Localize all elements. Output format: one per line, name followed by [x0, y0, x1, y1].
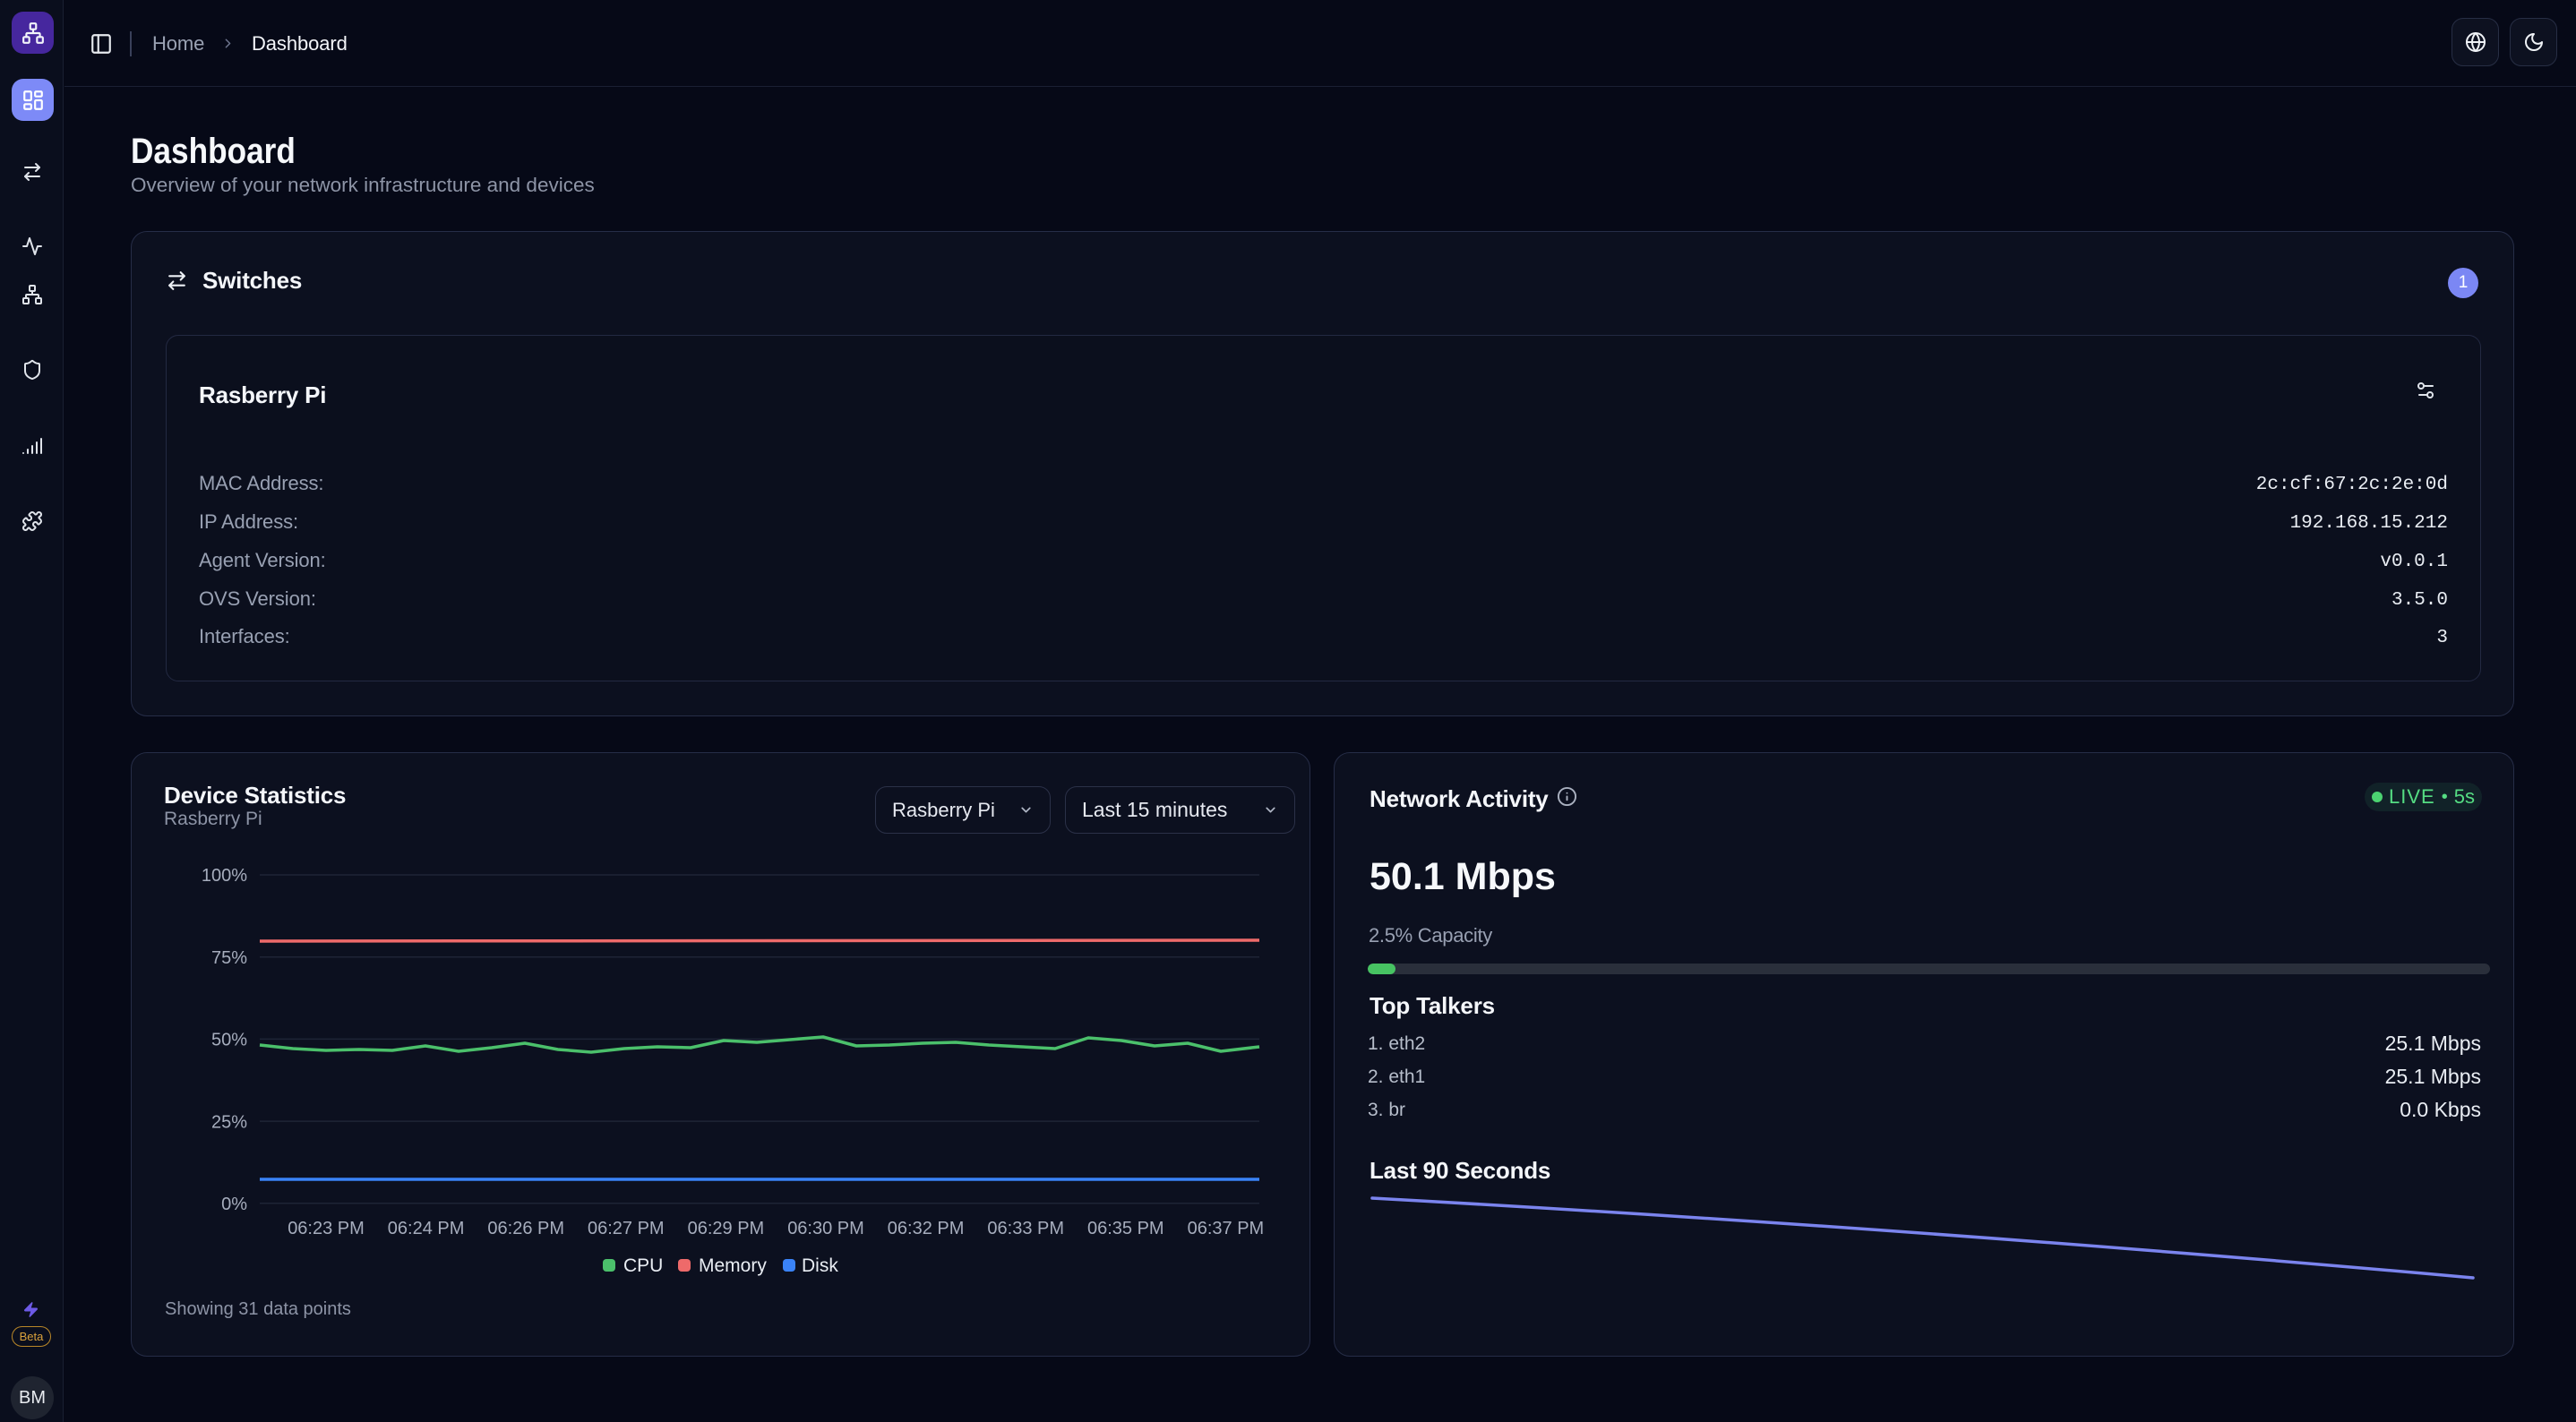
- svg-text:50%: 50%: [211, 1031, 247, 1050]
- svg-text:100%: 100%: [202, 866, 247, 886]
- svg-text:0%: 0%: [221, 1195, 247, 1214]
- svg-text:06:24 PM: 06:24 PM: [388, 1219, 465, 1238]
- svg-text:CPU: CPU: [623, 1255, 663, 1276]
- svg-text:Memory: Memory: [699, 1255, 767, 1276]
- svg-text:06:35 PM: 06:35 PM: [1087, 1219, 1164, 1238]
- svg-text:Disk: Disk: [802, 1255, 838, 1276]
- svg-text:06:37 PM: 06:37 PM: [1188, 1219, 1265, 1238]
- svg-text:06:30 PM: 06:30 PM: [787, 1219, 864, 1238]
- svg-text:25%: 25%: [211, 1112, 247, 1132]
- svg-text:06:33 PM: 06:33 PM: [987, 1219, 1064, 1238]
- svg-text:06:26 PM: 06:26 PM: [487, 1219, 564, 1238]
- svg-text:06:23 PM: 06:23 PM: [288, 1219, 365, 1238]
- svg-text:06:27 PM: 06:27 PM: [588, 1219, 665, 1238]
- svg-text:06:32 PM: 06:32 PM: [888, 1219, 965, 1238]
- svg-text:06:29 PM: 06:29 PM: [688, 1219, 765, 1238]
- svg-text:75%: 75%: [211, 948, 247, 968]
